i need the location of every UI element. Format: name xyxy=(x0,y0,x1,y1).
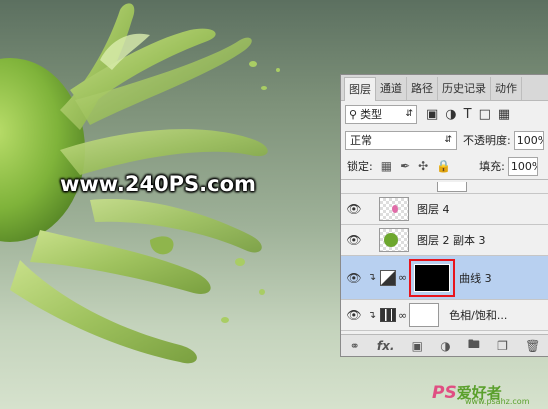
lock-paint-icon[interactable]: ✒ xyxy=(400,159,410,173)
layers-list: 👁 图层 4 👁 图层 2 副本 3 👁 ↴ ∞ 曲线 3 👁 ↴ ∞ 色相/饱… xyxy=(341,179,548,332)
pink-dot-icon xyxy=(392,205,398,213)
fx-icon[interactable]: fx. xyxy=(377,339,395,353)
blend-row: 正常 ⇵ 不透明度: 100% xyxy=(341,127,548,153)
filter-row: ⚲ 类型 ⇵ ▣ ◑ T □ ▦ xyxy=(341,101,548,127)
layer-name: 色相/饱和... xyxy=(449,309,508,322)
layer-thumb xyxy=(379,228,409,252)
lock-icons: ▦ ✒ ✣ 🔒 xyxy=(381,159,451,173)
lock-all-icon[interactable]: 🔒 xyxy=(436,159,451,173)
tab-actions[interactable]: 动作 xyxy=(491,77,522,100)
clip-arrow-icon: ↴ xyxy=(367,272,377,283)
filter-icons: ▣ ◑ T □ ▦ xyxy=(426,107,510,122)
opacity-input[interactable]: 100% xyxy=(513,130,544,150)
folder-icon[interactable]: 🖿 xyxy=(468,335,480,356)
eye-icon[interactable]: 👁 xyxy=(341,308,367,322)
layer-partial-top xyxy=(341,180,548,194)
layer-thumb xyxy=(379,197,409,221)
search-icon: ⚲ xyxy=(349,107,358,121)
blend-mode-select[interactable]: 正常 ⇵ xyxy=(345,130,457,150)
chain-link-icon[interactable]: ∞ xyxy=(398,309,407,322)
layer-thumb xyxy=(437,181,467,192)
layer-row[interactable]: 👁 ↴ ∞ 色相/饱和... xyxy=(341,300,548,331)
trash-icon[interactable]: 🗑 xyxy=(525,339,540,353)
chevron-updown-icon: ⇵ xyxy=(444,135,452,145)
tab-history[interactable]: 历史记录 xyxy=(438,77,491,100)
lock-position-icon[interactable]: ✣ xyxy=(418,159,428,173)
eye-icon[interactable]: 👁 xyxy=(341,233,367,247)
layer-row-selected[interactable]: 👁 ↴ ∞ 曲线 3 xyxy=(341,256,548,300)
layer-mask-thumb[interactable] xyxy=(409,303,440,327)
clip-arrow-icon: ↴ xyxy=(367,309,377,321)
layer-name: 曲线 3 xyxy=(459,271,492,285)
fill-input[interactable]: 100% xyxy=(507,156,538,176)
type-filter-icon[interactable]: T xyxy=(464,107,472,122)
tab-channels[interactable]: 通道 xyxy=(376,77,407,100)
filter-value: 类型 xyxy=(360,108,383,121)
link-icon[interactable]: ⚭ xyxy=(350,339,360,353)
adjustment-filter-icon[interactable]: ◑ xyxy=(445,107,456,122)
panel-tabs: 图层 通道 路径 历史记录 动作 xyxy=(341,75,548,101)
lock-transparency-icon[interactable]: ▦ xyxy=(381,159,392,173)
pixel-filter-icon[interactable]: ▣ xyxy=(426,107,438,122)
watermark-text: www.240PS.com xyxy=(60,172,256,196)
layer-row[interactable]: 👁 图层 2 副本 3 xyxy=(341,225,548,256)
hue-sat-icon xyxy=(380,308,396,322)
layer-row[interactable]: 👁 图层 4 xyxy=(341,194,548,225)
layer-name: 图层 2 副本 3 xyxy=(417,234,486,247)
tab-layers[interactable]: 图层 xyxy=(344,77,376,101)
panel-footer: ⚭ fx. ▣ ◑ 🖿 ❐ 🗑 xyxy=(341,334,548,356)
lock-row: 锁定: ▦ ✒ ✣ 🔒 填充: 100% xyxy=(341,153,548,179)
fill-label: 填充: xyxy=(479,160,505,173)
mask-icon[interactable]: ▣ xyxy=(412,339,423,353)
logo-url: www.psahz.com xyxy=(465,397,530,406)
chain-link-icon[interactable]: ∞ xyxy=(398,271,407,284)
blend-mode-value: 正常 xyxy=(350,134,372,147)
tab-paths[interactable]: 路径 xyxy=(407,77,438,100)
chevron-updown-icon: ⇵ xyxy=(405,109,413,119)
smart-object-filter-icon[interactable]: ▦ xyxy=(498,107,510,122)
green-apple-icon xyxy=(384,233,398,247)
layer-mask-thumb[interactable] xyxy=(414,263,451,292)
adjustment-icon[interactable]: ◑ xyxy=(440,339,450,353)
lock-label: 锁定: xyxy=(347,160,373,173)
shape-filter-icon[interactable]: □ xyxy=(479,107,491,122)
new-layer-icon[interactable]: ❐ xyxy=(497,339,508,353)
eye-icon[interactable]: 👁 xyxy=(341,202,367,216)
mask-highlight-box xyxy=(409,258,456,297)
layers-panel: 图层 通道 路径 历史记录 动作 ⚲ 类型 ⇵ ▣ ◑ T □ ▦ 正常 ⇵ 不… xyxy=(340,74,548,357)
layer-name: 图层 4 xyxy=(417,203,450,216)
curves-icon xyxy=(380,269,396,286)
logo-ps: PS xyxy=(432,383,457,403)
eye-icon[interactable]: 👁 xyxy=(341,271,367,285)
layer-filter-select[interactable]: ⚲ 类型 ⇵ xyxy=(345,104,417,124)
opacity-label: 不透明度: xyxy=(463,134,511,147)
